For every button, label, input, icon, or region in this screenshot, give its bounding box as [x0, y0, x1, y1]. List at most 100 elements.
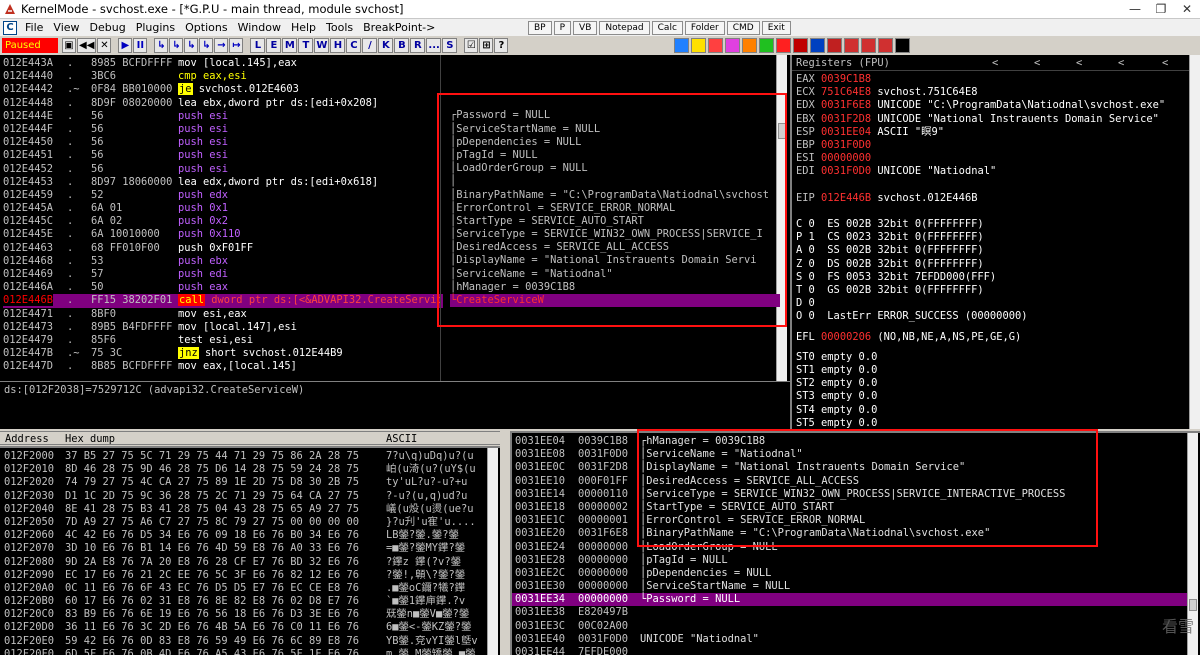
dump-header-ascii[interactable]: ASCII [386, 432, 417, 446]
menu-view[interactable]: View [49, 21, 85, 34]
step-into-icon[interactable]: ↳ [154, 38, 169, 53]
disassembly-row[interactable]: 012E4473. 89B5 B4FDFFFF mov [local.147],es… [3, 321, 443, 334]
register-value[interactable]: 00000000 [821, 152, 871, 164]
callstack-window-button[interactable]: K [378, 38, 394, 53]
restore-button[interactable]: ❐ [1148, 2, 1174, 16]
stack-row[interactable]: 0031EE34 00000000 └Password = NULL [512, 593, 1192, 607]
menu-file[interactable]: File [21, 21, 49, 34]
menu-window[interactable]: Window [234, 21, 287, 34]
memory-window-button[interactable]: M [282, 38, 298, 53]
dump-row[interactable]: 012F2090 EC 17 E6 76 21 2C EE 76 5C 3F E6… [4, 569, 484, 582]
plugin-icon-14[interactable] [895, 38, 910, 53]
fpu-row[interactable]: ST3 empty 0.0 [796, 390, 1196, 403]
disassembly-row[interactable]: 012E4442 .~ 0F84 BB010000 je svchost.012E46… [3, 83, 443, 96]
disassembly-row[interactable]: 012E447B .~ 75 3C jnz short svchost.012E44B… [3, 347, 443, 360]
step-over-icon[interactable]: ↳ [169, 38, 184, 53]
trace-into-icon[interactable]: ↳ [184, 38, 199, 53]
plugin-icon-7[interactable] [776, 38, 791, 53]
breakpoints-window-button[interactable]: B [394, 38, 410, 53]
disassembly-row[interactable]: 012E444F. 56 push esi [3, 123, 443, 136]
dump-row[interactable]: 012F2070 3D 10 E6 76 B1 14 E6 76 4D 59 E8… [4, 542, 484, 555]
log-window-button[interactable]: L [250, 38, 266, 53]
register-row[interactable] [796, 179, 1196, 192]
disassembly-row[interactable]: 012E4452. 56 push esi [3, 163, 443, 176]
register-value[interactable]: 0039C1B8 [821, 73, 871, 85]
trace-over-icon[interactable]: ↳ [199, 38, 214, 53]
handles-window-button[interactable]: H [330, 38, 346, 53]
disassembly-row[interactable]: 012E4450. 56 push esi [3, 136, 443, 149]
restart-icon[interactable]: ◀◀ [77, 38, 97, 53]
disassembly-row[interactable]: 012E446A. 50 push eax [3, 281, 443, 294]
efl-value[interactable]: 00000206 [821, 331, 871, 343]
disassembly-row[interactable]: 012E4469. 57 push edi [3, 268, 443, 281]
flag-row[interactable]: A 0 SS 002B 32bit 0(FFFFFFFF) [796, 244, 1196, 257]
fpu-row[interactable]: ST4 empty 0.0 [796, 404, 1196, 417]
plugin-icon-13[interactable] [878, 38, 893, 53]
modules-window-button[interactable]: E [266, 38, 282, 53]
disassembly-row[interactable]: 012E4468. 53 push ebx [3, 255, 443, 268]
menu-logo-icon[interactable]: C [3, 20, 17, 35]
disassembly-row[interactable]: 012E443A. 8985 BCFDFFFF mov [local.145],ea… [3, 57, 443, 70]
register-row[interactable]: ESI 00000000 [796, 152, 1196, 165]
flag-row[interactable]: C 0 ES 002B 32bit 0(FFFFFFFF) [796, 218, 1196, 231]
threads-window-button[interactable]: T [298, 38, 314, 53]
menu-options[interactable]: Options [181, 21, 233, 34]
register-value[interactable]: 0031F0D0 [821, 165, 871, 177]
menu-plugins[interactable]: Plugins [132, 21, 181, 34]
dump-row[interactable]: 012F2020 74 79 27 75 4C CA 27 75 89 1E 2D… [4, 476, 484, 489]
fpu-row[interactable]: ST2 empty 0.0 [796, 377, 1196, 390]
registers-scrollbar[interactable] [1189, 55, 1200, 429]
disassembly-row[interactable]: 012E4451. 56 push esi [3, 149, 443, 162]
dump-row[interactable]: 012F2080 9D 2A E8 76 7A 20 E8 76 28 CF E7… [4, 556, 484, 569]
register-value[interactable]: 0031F0D0 [821, 139, 871, 151]
plugin-icon-2[interactable] [691, 38, 706, 53]
plugin-icon-3[interactable] [708, 38, 723, 53]
dump-row[interactable]: 012F2060 4C 42 E6 76 D5 34 E6 76 09 18 E6… [4, 529, 484, 542]
registers-pane[interactable]: Registers (FPU) < < < < < EAX 0039C1B8 E… [790, 55, 1200, 429]
dump-row[interactable]: 012F20A0 0C 11 E6 76 6F 43 EC 76 D5 D5 E7… [4, 582, 484, 595]
source-window-button[interactable]: S [442, 38, 458, 53]
p-button[interactable]: P [553, 21, 572, 35]
notepad-button[interactable]: Notepad [599, 21, 650, 35]
register-value[interactable]: 0031EE04 [821, 126, 871, 138]
plugin-icon-8[interactable] [793, 38, 808, 53]
dump-row[interactable]: 012F2010 8D 46 28 75 9D 46 28 75 D6 14 28… [4, 463, 484, 476]
register-row[interactable]: EBX 0031F2D8 UNICODE "National Instrauen… [796, 113, 1196, 126]
prev-view-icon[interactable]: < [992, 55, 998, 71]
flag-row[interactable]: S 0 FS 0053 32bit 7EFDD000(FFF) [796, 271, 1196, 284]
pause-icon[interactable]: II [133, 38, 148, 53]
stack-row[interactable]: 0031EE30 00000000 │ServiceStartName = NULL [512, 580, 1192, 593]
run-trace-window-button[interactable]: ... [426, 38, 442, 53]
stack-row[interactable]: 0031EE2C 00000000 │pDependencies = NULL [512, 567, 1192, 580]
run-icon[interactable]: ▶ [118, 38, 133, 53]
fpu-row[interactable]: ST0 empty 0.0 [796, 351, 1196, 364]
goto-icon[interactable]: ↦ [229, 38, 244, 53]
register-row[interactable]: EDI 0031F0D0 UNICODE "Natiodnal" [796, 165, 1196, 178]
disassembly-row[interactable]: 012E4459. 52 push edx [3, 189, 443, 202]
dump-row[interactable]: 012F2050 7D A9 27 75 A6 C7 27 75 8C 79 27… [4, 516, 484, 529]
disassembly-row[interactable]: 012E4479. 85F6 test esi,esi [3, 334, 443, 347]
flag-row[interactable]: O 0 LastErr ERROR_SUCCESS (00000000) [796, 310, 1196, 323]
disassembly-row[interactable]: 012E447D. 8B85 BCFDFFFF mov eax,[local.145… [3, 360, 443, 373]
cpu-window-button[interactable]: C [346, 38, 362, 53]
disassembly-row[interactable]: 012E4453. 8D97 18060000 lea edx,dword ptr … [3, 176, 443, 189]
open-icon[interactable]: ▣ [62, 38, 76, 53]
stack-row[interactable]: 0031EE3C 00C02A00 [512, 620, 1192, 633]
close-process-icon[interactable]: ✕ [97, 38, 112, 53]
plugin-icon-1[interactable] [674, 38, 689, 53]
dump-row[interactable]: 012F20E0 59 42 E6 76 0D 83 E8 76 59 49 E6… [4, 635, 484, 648]
prev-view-icon-4[interactable]: < [1118, 55, 1124, 71]
dump-row[interactable]: 012F2000 37 B5 27 75 5C 71 29 75 44 71 29… [4, 450, 484, 463]
register-row[interactable]: EDX 0031F6E8 UNICODE "C:\ProgramData\Nat… [796, 99, 1196, 112]
stack-row[interactable]: 0031EE28 00000000 │pTagId = NULL [512, 554, 1192, 567]
register-row[interactable]: EAX 0039C1B8 [796, 73, 1196, 86]
dump-pane[interactable]: 012F2000 37 B5 27 75 5C 71 29 75 44 71 29… [0, 446, 500, 655]
disassembly-row[interactable]: 012E4440. 3BC6 cmp eax,esi [3, 70, 443, 83]
dump-row[interactable]: 012F2040 8E 41 28 75 B3 41 28 75 04 43 28… [4, 503, 484, 516]
plugin-icon-12[interactable] [861, 38, 876, 53]
prev-view-icon-5[interactable]: < [1162, 55, 1168, 71]
register-row[interactable]: EBP 0031F0D0 [796, 139, 1196, 152]
stack-scroll-thumb[interactable] [1189, 599, 1197, 611]
windows-window-button[interactable]: W [314, 38, 330, 53]
register-row[interactable]: EIP 012E446B svchost.012E446B [796, 192, 1196, 205]
